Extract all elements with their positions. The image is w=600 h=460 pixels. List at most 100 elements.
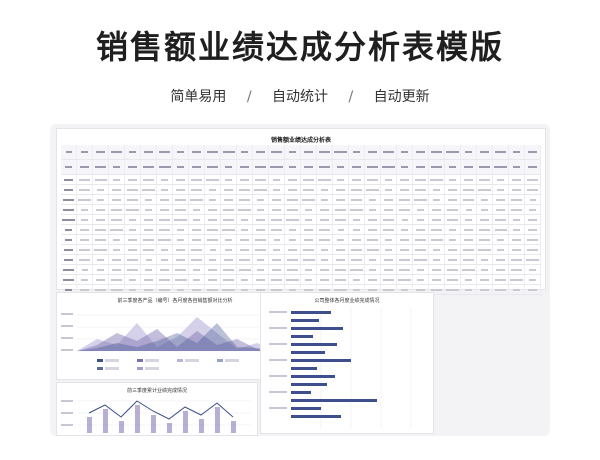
grid-cell: [125, 145, 141, 159]
grid-cell: [317, 235, 333, 244]
grid-cell: [381, 145, 397, 159]
grid-cell: [269, 215, 285, 224]
grid-cell: [237, 195, 253, 204]
grid-cell: [365, 185, 381, 194]
grid-cell: [125, 225, 141, 234]
grid-cell: [509, 225, 525, 234]
grid-cell: [109, 205, 125, 214]
grid-cell: [525, 145, 541, 159]
grid-cell: [237, 160, 253, 174]
grid-cell: [285, 275, 301, 284]
grid-cell: [461, 160, 477, 174]
area-chart-panel: 前三季度各产品（编号）各月度各自销售额对比分析: [56, 292, 294, 380]
grid-cell: [157, 195, 173, 204]
grid-cell: [381, 160, 397, 174]
grid-cell: [493, 245, 509, 254]
grid-cell: [93, 205, 109, 214]
grid-cell: [317, 175, 333, 184]
grid-cell: [301, 205, 317, 214]
grid-cell: [157, 145, 173, 159]
feature-separator: /: [348, 89, 354, 105]
grid-cell: [157, 215, 173, 224]
grid-cell: [285, 225, 301, 234]
grid-cell: [141, 195, 157, 204]
grid-cell: [317, 275, 333, 284]
feature-separator: /: [246, 89, 252, 105]
grid-cell: [285, 215, 301, 224]
grid-cell: [317, 265, 333, 274]
grid-cell: [477, 275, 493, 284]
grid-cell: [333, 275, 349, 284]
grid-cell: [205, 245, 221, 254]
grid-cell: [269, 235, 285, 244]
template-preview-card[interactable]: 销售额业绩达成分析表 前三季度各产品（编号）各月度各自销售额对比分析 公司整体各…: [50, 124, 550, 436]
feature-list: 简单易用 / 自动统计 / 自动更新: [0, 86, 600, 106]
grid-cell: [349, 195, 365, 204]
grid-cell: [477, 255, 493, 264]
grid-cell: [349, 265, 365, 274]
grid-cell: [301, 265, 317, 274]
grid-cell: [221, 235, 237, 244]
grid-cell: [429, 275, 445, 284]
grid-cell: [109, 185, 125, 194]
grid-cell: [205, 225, 221, 234]
grid-cell: [397, 205, 413, 214]
grid-cell: [157, 205, 173, 214]
grid-cell: [221, 205, 237, 214]
grid-cell: [509, 185, 525, 194]
grid-cell: [237, 265, 253, 274]
grid-cell: [477, 185, 493, 194]
grid-cell: [365, 255, 381, 264]
grid-cell: [125, 245, 141, 254]
grid-cell: [349, 275, 365, 284]
grid-cell: [413, 265, 429, 274]
grid-cell: [93, 175, 109, 184]
grid-cell: [141, 235, 157, 244]
grid-cell: [253, 145, 269, 159]
grid-cell: [61, 245, 77, 254]
grid-cell: [285, 175, 301, 184]
grid-cell: [509, 205, 525, 214]
grid-cell: [109, 265, 125, 274]
grid-cell: [445, 195, 461, 204]
grid-cell: [461, 195, 477, 204]
grid-cell: [445, 145, 461, 159]
grid-cell: [221, 225, 237, 234]
grid-cell: [397, 225, 413, 234]
grid-cell: [77, 235, 93, 244]
grid-cell: [365, 275, 381, 284]
grid-cell: [493, 175, 509, 184]
grid-cell: [509, 175, 525, 184]
grid-cell: [301, 235, 317, 244]
grid-cell: [237, 175, 253, 184]
area-chart-graphic: [61, 313, 285, 370]
feature-easy: 简单易用: [170, 89, 227, 105]
grid-cell: [365, 160, 381, 174]
grid-cell: [109, 225, 125, 234]
grid-cell: [93, 160, 109, 174]
grid-cell: [381, 275, 397, 284]
grid-cell: [525, 285, 541, 294]
grid-cell: [205, 235, 221, 244]
grid-cell: [61, 175, 77, 184]
grid-cell: [189, 205, 205, 214]
grid-cell: [61, 185, 77, 194]
grid-cell: [381, 185, 397, 194]
grid-cell: [173, 160, 189, 174]
grid-cell: [445, 175, 461, 184]
grid-cell: [189, 160, 205, 174]
grid-cell: [61, 215, 77, 224]
grid-cell: [125, 195, 141, 204]
grid-cell: [269, 255, 285, 264]
grid-cell: [461, 285, 477, 294]
grid-cell: [221, 275, 237, 284]
grid-cell: [269, 175, 285, 184]
grid-cell: [61, 225, 77, 234]
grid-cell: [125, 205, 141, 214]
grid-cell: [413, 160, 429, 174]
grid-cell: [221, 255, 237, 264]
grid-cell: [93, 275, 109, 284]
grid-cell: [77, 195, 93, 204]
grid-cell: [429, 160, 445, 174]
grid-cell: [445, 275, 461, 284]
